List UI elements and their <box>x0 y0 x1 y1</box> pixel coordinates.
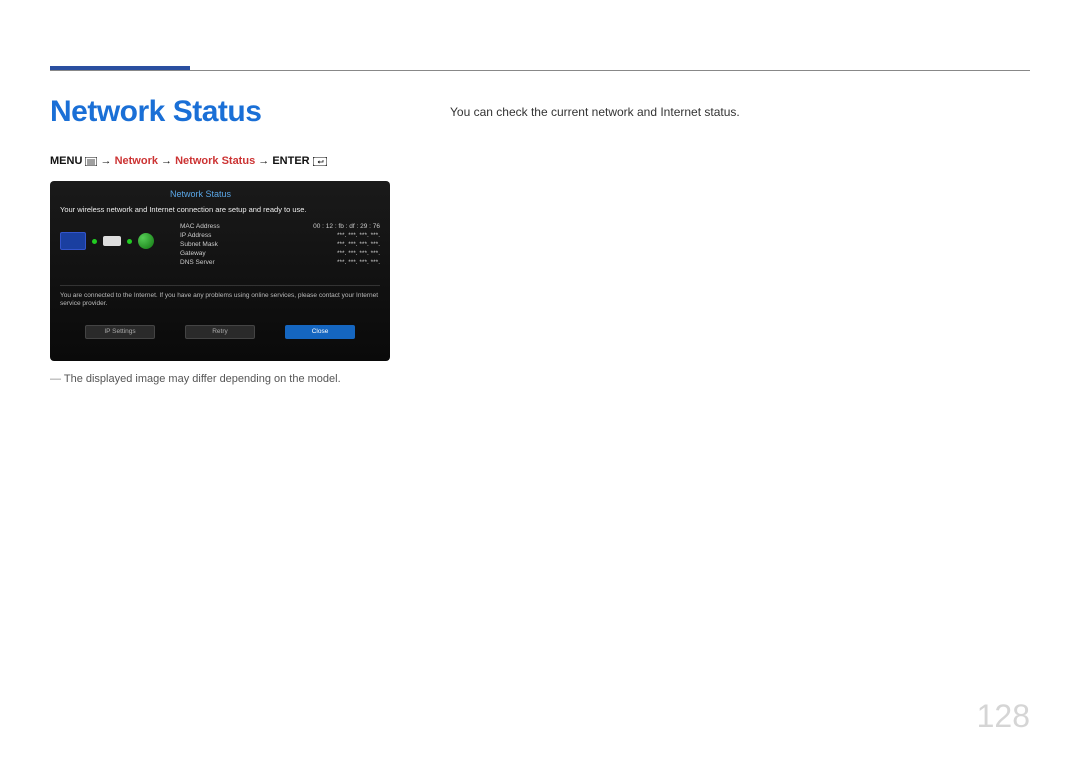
signal-dot-icon <box>92 239 97 244</box>
enter-icon <box>313 157 327 169</box>
network-info-table: MAC Address 00 : 12 : fb : df : 29 : 76 I… <box>180 222 380 267</box>
table-row: IP Address ***. ***. ***. ***. <box>180 231 380 240</box>
breadcrumb-arrow: → <box>101 155 112 167</box>
screenshot-body: MAC Address 00 : 12 : fb : df : 29 : 76 I… <box>60 222 380 267</box>
row-label: IP Address <box>180 232 211 239</box>
screenshot-title: Network Status <box>170 189 380 199</box>
row-value: ***. ***. ***. ***. <box>337 250 380 257</box>
right-column: You can check the current network and In… <box>450 95 1030 385</box>
breadcrumb-arrow: → <box>258 155 269 167</box>
row-value: ***. ***. ***. ***. <box>337 241 380 248</box>
divider <box>60 285 380 286</box>
menu-icon <box>85 157 97 169</box>
screenshot-footer-text: You are connected to the Internet. If yo… <box>60 292 380 309</box>
breadcrumb-network: Network <box>115 155 158 167</box>
page-title: Network Status <box>50 95 390 129</box>
table-row: Subnet Mask ***. ***. ***. ***. <box>180 240 380 249</box>
row-label: Subnet Mask <box>180 241 218 248</box>
retry-button[interactable]: Retry <box>185 325 255 339</box>
row-label: Gateway <box>180 250 206 257</box>
row-label: MAC Address <box>180 223 220 230</box>
router-icon <box>103 236 121 246</box>
left-column: Network Status MENU → Network → Network … <box>50 95 390 385</box>
table-row: Gateway ***. ***. ***. ***. <box>180 249 380 258</box>
network-status-screenshot: Network Status Your wireless network and… <box>50 181 390 361</box>
description-text: You can check the current network and In… <box>450 105 1030 119</box>
ip-settings-button[interactable]: IP Settings <box>85 325 155 339</box>
globe-icon <box>138 233 154 249</box>
row-value: 00 : 12 : fb : df : 29 : 76 <box>313 223 380 230</box>
signal-dot-icon <box>127 239 132 244</box>
horizontal-rule <box>50 70 1030 71</box>
breadcrumb-arrow: → <box>161 155 172 167</box>
screenshot-buttons: IP Settings Retry Close <box>60 325 380 339</box>
screenshot-message: Your wireless network and Internet conne… <box>60 205 380 214</box>
breadcrumb-network-status: Network Status <box>175 155 255 167</box>
row-value: ***. ***. ***. ***. <box>337 232 380 239</box>
table-row: DNS Server ***. ***. ***. ***. <box>180 258 380 267</box>
image-caption: The displayed image may differ depending… <box>50 373 390 385</box>
connection-diagram <box>60 222 170 260</box>
page: Network Status MENU → Network → Network … <box>0 0 1080 763</box>
tv-icon <box>60 232 86 250</box>
close-button[interactable]: Close <box>285 325 355 339</box>
table-row: MAC Address 00 : 12 : fb : df : 29 : 76 <box>180 222 380 231</box>
content-columns: Network Status MENU → Network → Network … <box>50 95 1030 385</box>
breadcrumb-menu-label: MENU <box>50 155 82 167</box>
page-number: 128 <box>977 698 1030 735</box>
breadcrumb-enter-label: ENTER <box>272 155 309 167</box>
row-label: DNS Server <box>180 259 215 266</box>
breadcrumb: MENU → Network → Network Status → ENTER <box>50 155 390 169</box>
row-value: ***. ***. ***. ***. <box>337 259 380 266</box>
